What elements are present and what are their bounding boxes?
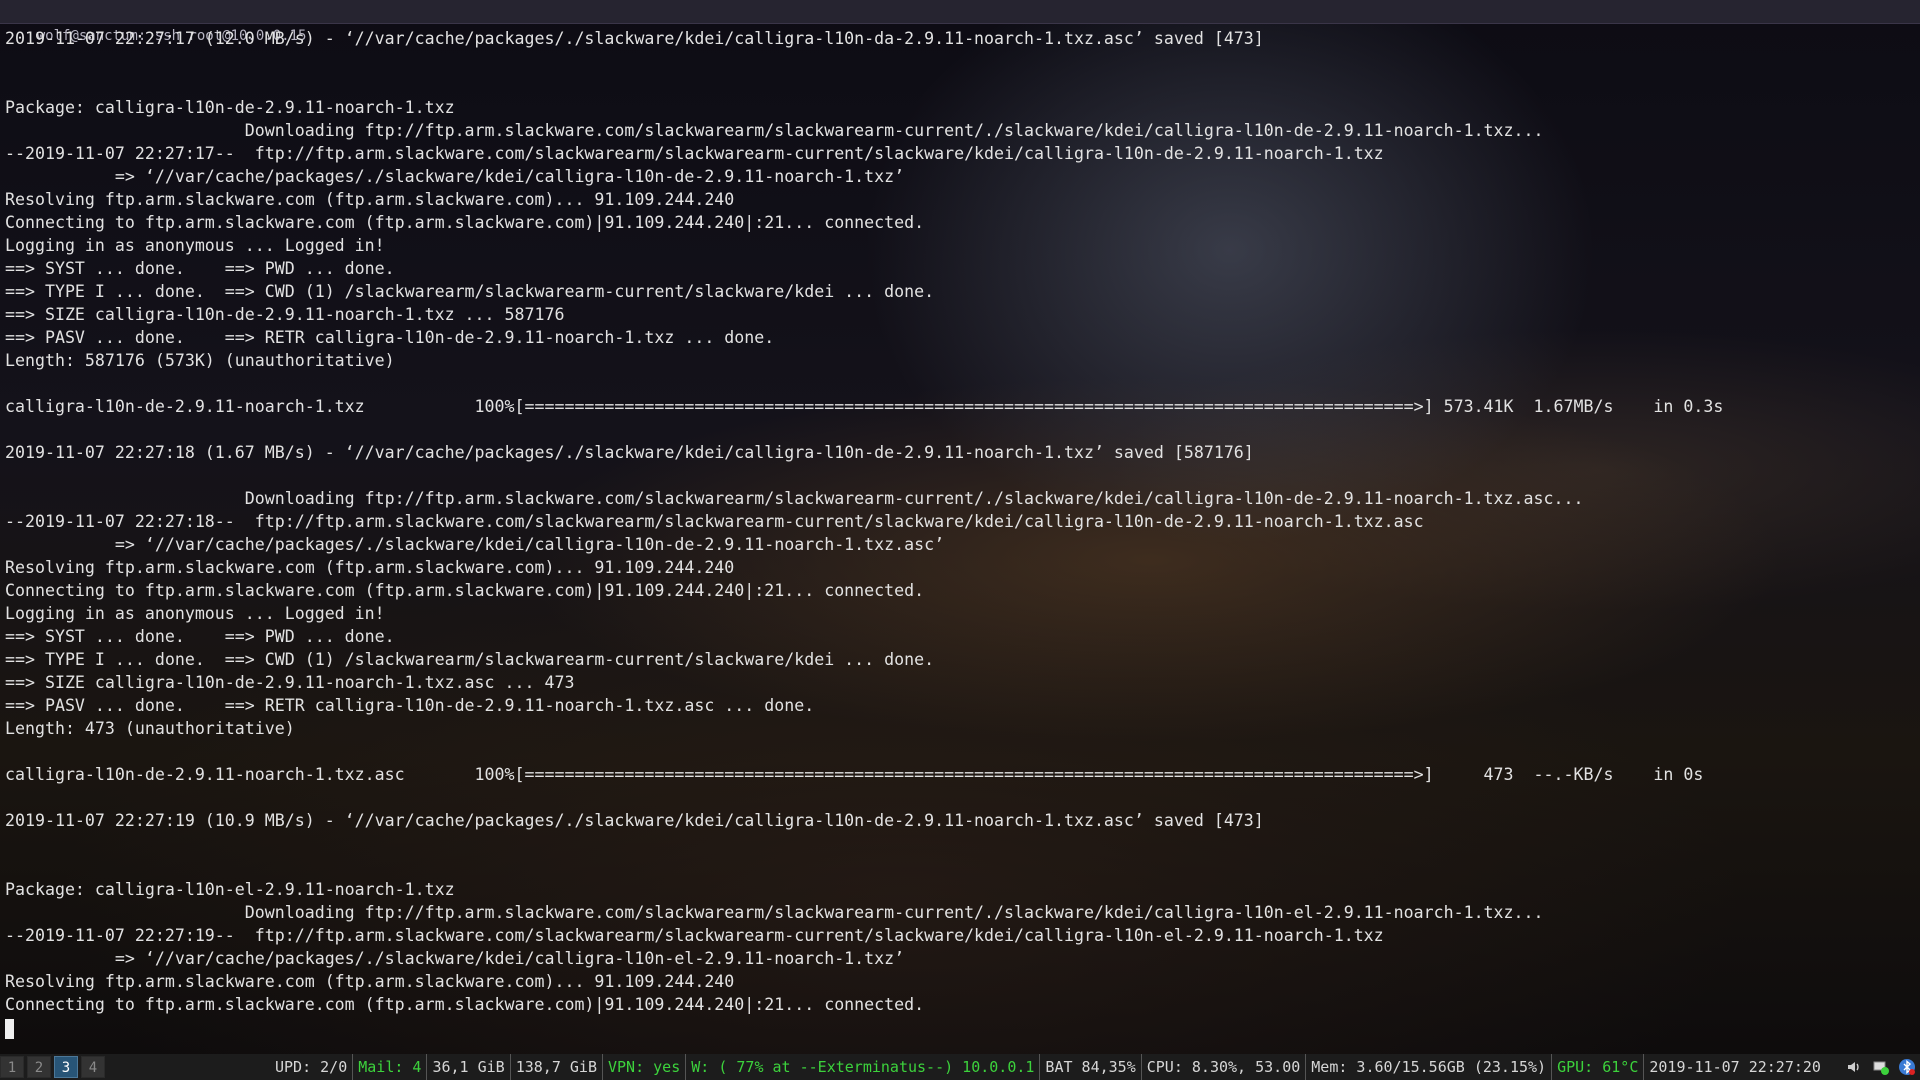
- terminal-line: ==> TYPE I ... done. ==> CWD (1) /slackw…: [5, 282, 935, 301]
- terminal-line: Length: 473 (unauthoritative): [5, 719, 295, 738]
- text-cursor: [5, 1018, 14, 1039]
- bluetooth-icon[interactable]: [1898, 1058, 1916, 1076]
- disk-root-block: 36,1 GiB: [427, 1054, 511, 1080]
- workspace-switcher: 1234: [0, 1054, 108, 1080]
- workspace-button-1[interactable]: 1: [0, 1056, 24, 1078]
- terminal-line: calligra-l10n-de-2.9.11-noarch-1.txz.asc…: [5, 765, 1704, 784]
- battery-block: BAT 84,35%: [1040, 1054, 1142, 1080]
- window-title-bar[interactable]: wolf@sanctum: ssh root@10.0.0.15: [0, 0, 1920, 44]
- terminal-line: ==> SYST ... done. ==> PWD ... done.: [5, 259, 395, 278]
- gpu-block: GPU: 61°C: [1552, 1054, 1645, 1080]
- terminal-line: --2019-11-07 22:27:18-- ftp://ftp.arm.sl…: [5, 512, 1424, 531]
- volume-icon[interactable]: [1846, 1058, 1864, 1076]
- updates-block: UPD: 2/0: [270, 1054, 354, 1080]
- terminal-line: Downloading ftp://ftp.arm.slackware.com/…: [5, 121, 1544, 140]
- terminal-line: Downloading ftp://ftp.arm.slackware.com/…: [5, 489, 1584, 508]
- terminal-line: --2019-11-07 22:27:19-- ftp://ftp.arm.sl…: [5, 926, 1384, 945]
- mail-block: Mail: 4: [353, 1054, 428, 1080]
- terminal-line: Resolving ftp.arm.slackware.com (ftp.arm…: [5, 190, 735, 209]
- memory-block: Mem: 3.60/15.56GB (23.15%): [1306, 1054, 1553, 1080]
- terminal-line: Resolving ftp.arm.slackware.com (ftp.arm…: [5, 558, 735, 577]
- terminal-line: 2019-11-07 22:27:19 (10.9 MB/s) - ‘//var…: [5, 811, 1264, 830]
- terminal-line: Resolving ftp.arm.slackware.com (ftp.arm…: [5, 972, 735, 991]
- terminal-line: ==> SIZE calligra-l10n-de-2.9.11-noarch-…: [5, 673, 575, 692]
- workspace-button-2[interactable]: 2: [27, 1056, 51, 1078]
- terminal-line: calligra-l10n-de-2.9.11-noarch-1.txz 100…: [5, 397, 1724, 416]
- terminal-line: => ‘//var/cache/packages/./slackware/kde…: [5, 949, 905, 968]
- cpu-block: CPU: 8.30%, 53.00: [1142, 1054, 1307, 1080]
- status-bar: 1234 UPD: 2/0 Mail: 4 36,1 GiB 138,7 GiB VPN…: [0, 1054, 1920, 1080]
- wifi-block: W: ( 77% at --Exterminatus--) 10.0.0.1: [686, 1054, 1041, 1080]
- terminal-line: Connecting to ftp.arm.slackware.com (ftp…: [5, 995, 925, 1014]
- terminal-line: Downloading ftp://ftp.arm.slackware.com/…: [5, 903, 1544, 922]
- desktop: wolf@sanctum: ssh root@10.0.0.15 2019-11…: [0, 0, 1920, 1080]
- terminal-line: Logging in as anonymous ... Logged in!: [5, 236, 385, 255]
- terminal-line: ==> TYPE I ... done. ==> CWD (1) /slackw…: [5, 650, 935, 669]
- network-icon[interactable]: [1872, 1058, 1890, 1076]
- terminal-line: Logging in as anonymous ... Logged in!: [5, 604, 385, 623]
- clock-block: 2019-11-07 22:27:20: [1649, 1058, 1821, 1076]
- system-tray: [1846, 1054, 1916, 1080]
- terminal-line: => ‘//var/cache/packages/./slackware/kde…: [5, 167, 905, 186]
- vpn-block: VPN: yes: [603, 1054, 687, 1080]
- terminal-line: => ‘//var/cache/packages/./slackware/kde…: [5, 535, 945, 554]
- terminal-line: ==> PASV ... done. ==> RETR calligra-l10…: [5, 696, 815, 715]
- prompt-line[interactable]: [5, 1016, 1920, 1039]
- terminal-line: Package: calligra-l10n-de-2.9.11-noarch-…: [5, 98, 455, 117]
- terminal-line: --2019-11-07 22:27:17-- ftp://ftp.arm.sl…: [5, 144, 1384, 163]
- terminal-line: Connecting to ftp.arm.slackware.com (ftp…: [5, 581, 925, 600]
- terminal-line: 2019-11-07 22:27:17 (12.0 MB/s) - ‘//var…: [5, 29, 1264, 48]
- workspace-button-3[interactable]: 3: [54, 1056, 78, 1078]
- terminal-line: Connecting to ftp.arm.slackware.com (ftp…: [5, 213, 925, 232]
- terminal-line: Package: calligra-l10n-el-2.9.11-noarch-…: [5, 880, 455, 899]
- terminal-output[interactable]: 2019-11-07 22:27:17 (12.0 MB/s) - ‘//var…: [0, 24, 1920, 1048]
- status-blocks: UPD: 2/0 Mail: 4 36,1 GiB 138,7 GiB VPN: yes…: [270, 1054, 1826, 1080]
- terminal-line: ==> SYST ... done. ==> PWD ... done.: [5, 627, 395, 646]
- disk-home-block: 138,7 GiB: [511, 1054, 603, 1080]
- terminal-line: 2019-11-07 22:27:18 (1.67 MB/s) - ‘//var…: [5, 443, 1254, 462]
- workspace-button-4[interactable]: 4: [81, 1056, 105, 1078]
- terminal-line: ==> SIZE calligra-l10n-de-2.9.11-noarch-…: [5, 305, 565, 324]
- terminal-line: ==> PASV ... done. ==> RETR calligra-l10…: [5, 328, 775, 347]
- terminal-line: Length: 587176 (573K) (unauthoritative): [5, 351, 395, 370]
